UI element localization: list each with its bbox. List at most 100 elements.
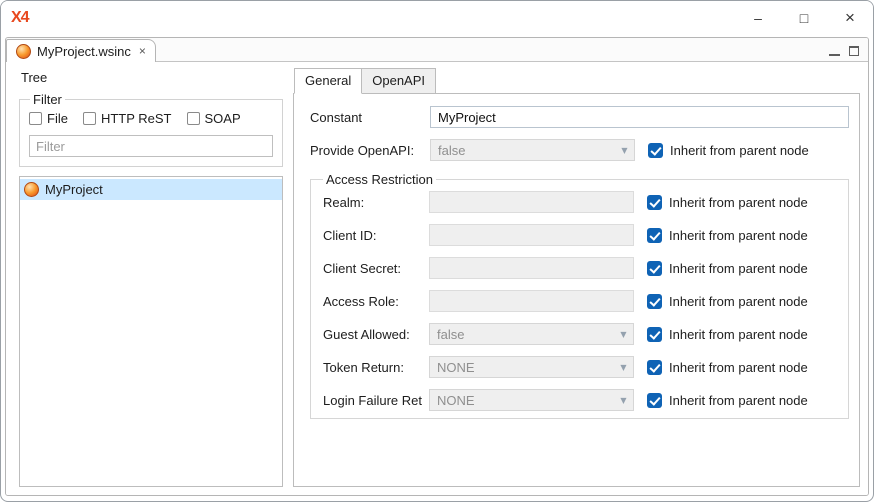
client-secret-input[interactable] [429, 257, 634, 279]
token-return-inherit-checkbox[interactable]: Inherit from parent node [647, 360, 808, 375]
inherit-label: Inherit from parent node [669, 195, 808, 210]
inherit-label: Inherit from parent node [669, 360, 808, 375]
inherit-label: Inherit from parent node [669, 228, 808, 243]
inherit-label: Inherit from parent node [669, 261, 808, 276]
guest-allowed-value: false [437, 327, 464, 342]
checkbox-checked-icon [647, 195, 662, 210]
checkbox-checked-icon [647, 294, 662, 309]
maximize-view-icon[interactable] [849, 46, 859, 56]
checkbox-checked-icon [647, 327, 662, 342]
properties-panel: General OpenAPI Constant Provide OpenAPI… [289, 62, 868, 495]
editor-content: Tree Filter File HTTP ReST [6, 62, 868, 495]
constant-label: Constant [310, 110, 430, 125]
inherit-label: Inherit from parent node [669, 327, 808, 342]
checkbox-checked-icon [647, 360, 662, 375]
checkbox-unchecked-icon [29, 112, 42, 125]
project-tree[interactable]: MyProject [19, 176, 283, 487]
checkbox-checked-icon [648, 143, 663, 158]
app-window: X4 – □ × MyProject.wsinc × Tree [0, 0, 874, 502]
login-failure-value: NONE [437, 393, 475, 408]
token-return-value: NONE [437, 360, 475, 375]
realm-input[interactable] [429, 191, 634, 213]
tree-panel: Tree Filter File HTTP ReST [6, 62, 289, 495]
inherit-label: Inherit from parent node [669, 393, 808, 408]
tree-item-myproject[interactable]: MyProject [20, 179, 282, 200]
chevron-down-icon: ▼ [614, 357, 633, 377]
access-role-inherit-checkbox[interactable]: Inherit from parent node [647, 294, 808, 309]
constant-input[interactable] [430, 106, 849, 128]
tree-item-label: MyProject [45, 182, 103, 197]
minimize-view-icon[interactable] [829, 47, 840, 56]
filter-checkbox-http-rest-label: HTTP ReST [101, 111, 172, 126]
checkbox-unchecked-icon [187, 112, 200, 125]
maximize-button[interactable]: □ [781, 1, 827, 35]
client-id-input[interactable] [429, 224, 634, 246]
chevron-down-icon: ▼ [614, 324, 633, 344]
workbench: MyProject.wsinc × Tree Filter File [5, 37, 869, 496]
provide-openapi-label: Provide OpenAPI: [310, 143, 430, 158]
checkbox-checked-icon [647, 393, 662, 408]
checkbox-checked-icon [647, 261, 662, 276]
client-secret-label: Client Secret: [323, 261, 429, 276]
editor-tab-label: MyProject.wsinc [37, 44, 131, 59]
form-row-client-id: Client ID: Inherit from parent node [323, 224, 848, 246]
tab-general[interactable]: General [294, 68, 362, 94]
filter-checkbox-soap-label: SOAP [205, 111, 241, 126]
client-id-inherit-checkbox[interactable]: Inherit from parent node [647, 228, 808, 243]
guest-allowed-inherit-checkbox[interactable]: Inherit from parent node [647, 327, 808, 342]
form-row-client-secret: Client Secret: Inherit from parent node [323, 257, 848, 279]
guest-allowed-label: Guest Allowed: [323, 327, 429, 342]
filter-input[interactable] [29, 135, 273, 157]
realm-inherit-checkbox[interactable]: Inherit from parent node [647, 195, 808, 210]
form-row-token-return: Token Return: NONE ▼ Inherit from parent… [323, 356, 848, 378]
client-id-label: Client ID: [323, 228, 429, 243]
minimize-button[interactable]: – [735, 1, 781, 35]
login-failure-dropdown[interactable]: NONE ▼ [429, 389, 634, 411]
filter-checkbox-http-rest[interactable]: HTTP ReST [83, 111, 172, 126]
form-row-provide-openapi: Provide OpenAPI: false ▼ Inherit from pa… [310, 139, 851, 161]
token-return-label: Token Return: [323, 360, 429, 375]
filter-checkbox-soap[interactable]: SOAP [187, 111, 241, 126]
filter-group: Filter File HTTP ReST SOAP [19, 92, 283, 167]
form-row-access-role: Access Role: Inherit from parent node [323, 290, 848, 312]
checkbox-checked-icon [647, 228, 662, 243]
editor-tab-myproject-wsinc[interactable]: MyProject.wsinc × [6, 39, 156, 62]
access-restriction-group: Access Restriction Realm: Inherit from p… [310, 172, 849, 419]
access-role-label: Access Role: [323, 294, 429, 309]
wsinc-file-icon [16, 44, 31, 59]
login-failure-label: Login Failure Ret [323, 393, 429, 408]
access-restriction-legend: Access Restriction [323, 172, 436, 187]
app-logo: X4 [11, 9, 29, 27]
window-controls: – □ × [735, 1, 873, 35]
editor-tabstrip: MyProject.wsinc × [6, 38, 868, 62]
checkbox-unchecked-icon [83, 112, 96, 125]
login-failure-inherit-checkbox[interactable]: Inherit from parent node [647, 393, 808, 408]
guest-allowed-dropdown[interactable]: false ▼ [429, 323, 634, 345]
filter-checkbox-file-label: File [47, 111, 68, 126]
provide-openapi-inherit-checkbox[interactable]: Inherit from parent node [648, 143, 809, 158]
filter-checkbox-row: File HTTP ReST SOAP [29, 111, 273, 126]
access-role-input[interactable] [429, 290, 634, 312]
provide-openapi-value: false [438, 143, 465, 158]
inherit-label: Inherit from parent node [669, 294, 808, 309]
tree-panel-title: Tree [21, 70, 283, 85]
filter-group-legend: Filter [30, 92, 65, 107]
project-icon [24, 182, 39, 197]
view-actions [829, 46, 868, 61]
filter-checkbox-file[interactable]: File [29, 111, 68, 126]
tab-close-icon[interactable]: × [139, 44, 146, 58]
general-form: Constant Provide OpenAPI: false ▼ Inheri… [293, 93, 860, 487]
client-secret-inherit-checkbox[interactable]: Inherit from parent node [647, 261, 808, 276]
close-button[interactable]: × [827, 1, 873, 35]
token-return-dropdown[interactable]: NONE ▼ [429, 356, 634, 378]
chevron-down-icon: ▼ [614, 390, 633, 410]
realm-label: Realm: [323, 195, 429, 210]
provide-openapi-dropdown[interactable]: false ▼ [430, 139, 635, 161]
chevron-down-icon: ▼ [615, 140, 634, 160]
form-row-realm: Realm: Inherit from parent node [323, 191, 848, 213]
inherit-label: Inherit from parent node [670, 143, 809, 158]
form-row-guest-allowed: Guest Allowed: false ▼ Inherit from pare… [323, 323, 848, 345]
properties-tabs: General OpenAPI [294, 68, 860, 93]
form-row-constant: Constant [310, 106, 851, 128]
tab-openapi[interactable]: OpenAPI [362, 68, 436, 94]
